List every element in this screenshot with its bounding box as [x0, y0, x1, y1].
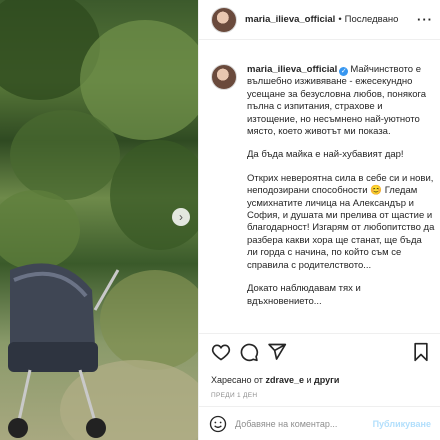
likes-others-link[interactable]: други: [314, 375, 339, 385]
stroller-illustration: [8, 263, 120, 438]
caption-text: maria_ilieva_official ✓ Майчинството е въл…: [247, 64, 435, 318]
publish-button[interactable]: Публикуване: [373, 419, 431, 429]
likes-conjunction: и: [306, 375, 312, 385]
action-bar: [199, 333, 440, 369]
emoji-icon[interactable]: [209, 415, 227, 433]
likes-summary: Харесано от zdrave_e и други: [211, 375, 339, 385]
verified-badge-icon: ✓: [339, 67, 349, 76]
post-details-pane: maria_ilieva_official • Последвано ··· m…: [198, 0, 440, 440]
post-image[interactable]: ›: [0, 0, 198, 440]
caption-avatar[interactable]: [211, 64, 237, 90]
separator-dot: •: [338, 14, 342, 25]
likes-prefix: Харесано от: [211, 375, 263, 385]
caption-username[interactable]: maria_ilieva_official: [247, 64, 337, 75]
next-image-button[interactable]: ›: [172, 208, 190, 226]
share-icon[interactable]: [267, 342, 287, 362]
caption-paragraph: Открих невероятна сила в себе си и нови,…: [247, 172, 435, 271]
more-icon[interactable]: ···: [417, 12, 433, 27]
caption-paragraph: maria_ilieva_official ✓ Майчинството е въл…: [247, 64, 435, 138]
avatar[interactable]: [211, 6, 237, 33]
follow-status-button[interactable]: Последвано: [345, 14, 399, 25]
header-username[interactable]: maria_ilieva_official: [245, 14, 335, 25]
comment-box: Публикуване: [199, 406, 440, 440]
likes-user-link[interactable]: zdrave_e: [265, 375, 304, 385]
caption: maria_ilieva_official ✓ Майчинството е въл…: [211, 58, 437, 318]
like-heart-icon[interactable]: [211, 342, 231, 362]
post-timestamp[interactable]: ПРЕДИ 1 ДЕН: [211, 392, 257, 399]
caption-paragraph: Да бъда майка е най-хубавият дар!: [247, 149, 404, 161]
comment-icon[interactable]: [239, 342, 259, 362]
instagram-post: › maria_ilieva_official • Последвано ···…: [0, 0, 440, 440]
post-header: maria_ilieva_official • Последвано ···: [199, 0, 440, 40]
comment-input[interactable]: [235, 418, 385, 429]
caption-paragraph: Докато наблюдавам тях и вдъхновението...: [247, 283, 361, 307]
bookmark-icon[interactable]: [411, 342, 431, 362]
